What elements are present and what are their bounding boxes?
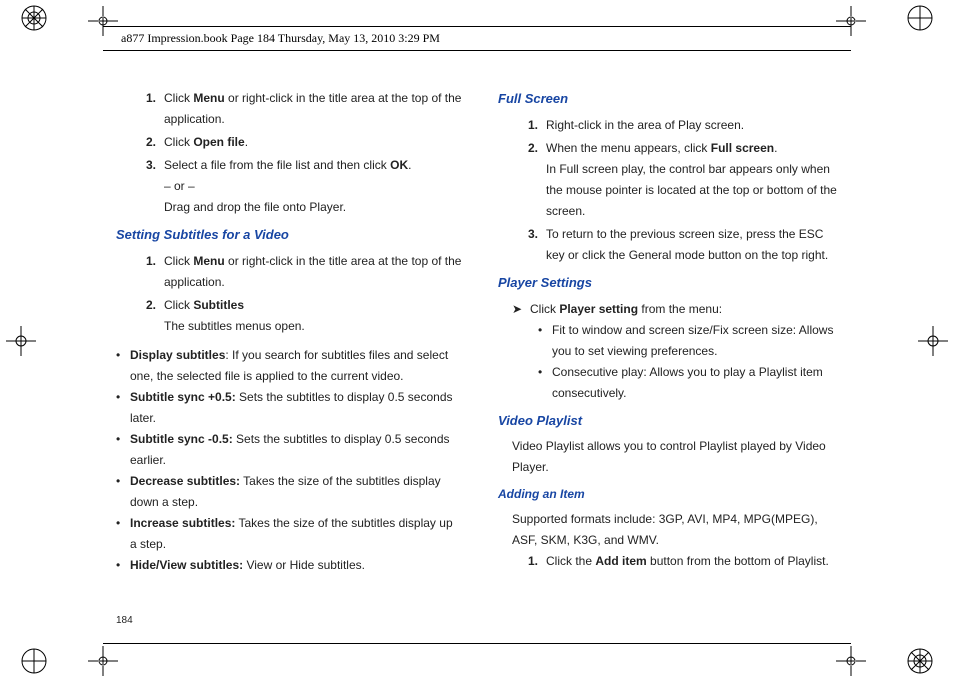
bullet-item: •Hide/View subtitles: View or Hide subti… [116,555,462,576]
footer-rule [103,643,851,644]
right-column: Full Screen 1. Right-click in the area o… [498,88,844,594]
bullet-item: •Display subtitles: If you search for su… [116,345,462,387]
left-column: 1. Click Menu or right-click in the titl… [116,88,462,594]
crop-mark-icon [6,326,36,356]
list-number: 2. [116,132,164,153]
section-heading: Player Settings [498,272,844,295]
list-number: 2. [498,138,546,222]
circle-plus-icon [20,647,48,678]
step-text: Click Menu or right-click in the title a… [164,88,462,130]
bullet-item: •Subtitle sync -0.5: Sets the subtitles … [116,429,462,471]
page-header: a877 Impression.book Page 184 Thursday, … [103,26,851,50]
rosette-icon [906,647,934,678]
list-number: 1. [498,551,546,572]
section-heading: Setting Subtitles for a Video [116,224,462,247]
page-body: 1. Click Menu or right-click in the titl… [116,88,844,594]
bullet-item: •Decrease subtitles: Takes the size of t… [116,471,462,513]
rosette-icon [20,4,48,35]
header-text: a877 Impression.book Page 184 Thursday, … [103,26,851,50]
crop-mark-icon [918,326,948,356]
section-heading: Video Playlist [498,410,844,433]
list-number: 2. [116,295,164,337]
crop-mark-icon [88,646,118,676]
page-number: 184 [116,615,133,626]
arrow-item: ➤ Click Player setting from the menu: [512,299,844,320]
list-number: 1. [498,115,546,136]
section-heading: Full Screen [498,88,844,111]
bullet-item: •Subtitle sync +0.5: Sets the subtitles … [116,387,462,429]
list-number: 1. [116,88,164,130]
bullet-item: •Increase subtitles: Takes the size of t… [116,513,462,555]
bullet-item: •Consecutive play: Allows you to play a … [538,362,844,404]
step-text: To return to the previous screen size, p… [546,224,844,266]
list-number: 3. [498,224,546,266]
step-text: When the menu appears, click Full screen… [546,138,844,222]
crop-mark-icon [836,646,866,676]
step-text: Right-click in the area of Play screen. [546,115,844,136]
circle-plus-icon [906,4,934,35]
paragraph: Video Playlist allows you to control Pla… [498,436,844,478]
step-text: Select a file from the file list and the… [164,155,462,218]
paragraph: Supported formats include: 3GP, AVI, MP4… [498,509,844,551]
bullet-item: •Fit to window and screen size/Fix scree… [538,320,844,362]
arrow-icon: ➤ [512,299,530,320]
step-text: Click Subtitles The subtitles menus open… [164,295,462,337]
section-heading: Adding an Item [498,484,844,505]
step-text: Click Open file. [164,132,462,153]
list-number: 1. [116,251,164,293]
step-text: Click Menu or right-click in the title a… [164,251,462,293]
list-number: 3. [116,155,164,218]
step-text: Click the Add item button from the botto… [546,551,844,572]
